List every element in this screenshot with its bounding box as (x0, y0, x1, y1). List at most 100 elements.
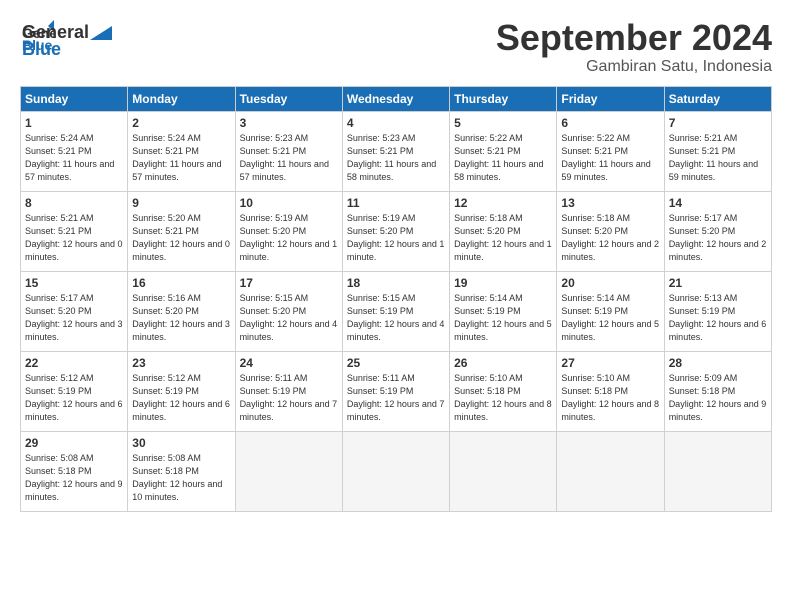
day-number: 11 (347, 196, 445, 210)
day-number: 12 (454, 196, 552, 210)
day-number: 17 (240, 276, 338, 290)
day-info: Sunrise: 5:20 AM Sunset: 5:21 PM Dayligh… (132, 212, 230, 264)
table-row: 15 Sunrise: 5:17 AM Sunset: 5:20 PM Dayli… (21, 271, 128, 351)
table-row: 10 Sunrise: 5:19 AM Sunset: 5:20 PM Dayli… (235, 191, 342, 271)
day-info: Sunrise: 5:08 AM Sunset: 5:18 PM Dayligh… (25, 452, 123, 504)
table-row: 3Sunrise: 5:23 AM Sunset: 5:21 PM Daylig… (235, 111, 342, 191)
day-number: 29 (25, 436, 123, 450)
table-row: 9 Sunrise: 5:20 AM Sunset: 5:21 PM Daylig… (128, 191, 235, 271)
title-block: September 2024 Gambiran Satu, Indonesia (496, 18, 772, 76)
table-row: 7Sunrise: 5:21 AM Sunset: 5:21 PM Daylig… (664, 111, 771, 191)
day-info: Sunrise: 5:24 AM Sunset: 5:21 PM Dayligh… (25, 132, 123, 184)
table-row: 30 Sunrise: 5:08 AM Sunset: 5:18 PM Dayli… (128, 431, 235, 511)
table-row (450, 431, 557, 511)
day-info: Sunrise: 5:24 AM Sunset: 5:21 PM Dayligh… (132, 132, 230, 184)
calendar-week-row: 1 Sunrise: 5:24 AM Sunset: 5:21 PM Daylig… (21, 111, 772, 191)
calendar-week-row: 15 Sunrise: 5:17 AM Sunset: 5:20 PM Dayli… (21, 271, 772, 351)
table-row (342, 431, 449, 511)
calendar-week-row: 22 Sunrise: 5:12 AM Sunset: 5:19 PM Dayli… (21, 351, 772, 431)
calendar-body: 1 Sunrise: 5:24 AM Sunset: 5:21 PM Daylig… (21, 111, 772, 511)
day-number: 26 (454, 356, 552, 370)
table-row: 29 Sunrise: 5:08 AM Sunset: 5:18 PM Dayli… (21, 431, 128, 511)
day-info: Sunrise: 5:19 AM Sunset: 5:20 PM Dayligh… (347, 212, 445, 264)
day-info: Sunrise: 5:12 AM Sunset: 5:19 PM Dayligh… (132, 372, 230, 424)
day-info: Sunrise: 5:11 AM Sunset: 5:19 PM Dayligh… (240, 372, 338, 424)
header-thursday: Thursday (450, 86, 557, 111)
table-row (235, 431, 342, 511)
table-row: 2Sunrise: 5:24 AM Sunset: 5:21 PM Daylig… (128, 111, 235, 191)
day-info: Sunrise: 5:08 AM Sunset: 5:18 PM Dayligh… (132, 452, 230, 504)
day-info: Sunrise: 5:17 AM Sunset: 5:20 PM Dayligh… (669, 212, 767, 264)
day-number: 16 (132, 276, 230, 290)
day-number: 6 (561, 116, 659, 130)
header-sunday: Sunday (21, 86, 128, 111)
day-number: 19 (454, 276, 552, 290)
table-row (557, 431, 664, 511)
day-number: 4 (347, 116, 445, 130)
day-info: Sunrise: 5:14 AM Sunset: 5:19 PM Dayligh… (561, 292, 659, 344)
day-number: 28 (669, 356, 767, 370)
day-info: Sunrise: 5:10 AM Sunset: 5:18 PM Dayligh… (454, 372, 552, 424)
header-monday: Monday (128, 86, 235, 111)
table-row: 14Sunrise: 5:17 AM Sunset: 5:20 PM Dayli… (664, 191, 771, 271)
day-number: 1 (25, 116, 123, 130)
header-friday: Friday (557, 86, 664, 111)
table-row: 18Sunrise: 5:15 AM Sunset: 5:19 PM Dayli… (342, 271, 449, 351)
day-number: 15 (25, 276, 123, 290)
table-row: 8 Sunrise: 5:21 AM Sunset: 5:21 PM Daylig… (21, 191, 128, 271)
table-row: 12 Sunrise: 5:18 AM Sunset: 5:20 PM Dayli… (450, 191, 557, 271)
day-number: 5 (454, 116, 552, 130)
day-number: 9 (132, 196, 230, 210)
month-title: September 2024 (496, 18, 772, 58)
day-number: 23 (132, 356, 230, 370)
day-info: Sunrise: 5:18 AM Sunset: 5:20 PM Dayligh… (454, 212, 552, 264)
calendar-table: Sunday Monday Tuesday Wednesday Thursday… (20, 86, 772, 512)
header: General Blue General Blue September 2024… (20, 18, 772, 76)
day-number: 10 (240, 196, 338, 210)
day-info: Sunrise: 5:14 AM Sunset: 5:19 PM Dayligh… (454, 292, 552, 344)
header-saturday: Saturday (664, 86, 771, 111)
table-row: 25Sunrise: 5:11 AM Sunset: 5:19 PM Dayli… (342, 351, 449, 431)
logo-arrow-icon (90, 26, 112, 40)
day-info: Sunrise: 5:17 AM Sunset: 5:20 PM Dayligh… (25, 292, 123, 344)
table-row: 17 Sunrise: 5:15 AM Sunset: 5:20 PM Dayli… (235, 271, 342, 351)
calendar-week-row: 29 Sunrise: 5:08 AM Sunset: 5:18 PM Dayli… (21, 431, 772, 511)
day-info: Sunrise: 5:18 AM Sunset: 5:20 PM Dayligh… (561, 212, 659, 264)
table-row: 21 Sunrise: 5:13 AM Sunset: 5:19 PM Dayli… (664, 271, 771, 351)
day-info: Sunrise: 5:11 AM Sunset: 5:19 PM Dayligh… (347, 372, 445, 424)
day-info: Sunrise: 5:22 AM Sunset: 5:21 PM Dayligh… (454, 132, 552, 184)
table-row: 13Sunrise: 5:18 AM Sunset: 5:20 PM Dayli… (557, 191, 664, 271)
day-info: Sunrise: 5:16 AM Sunset: 5:20 PM Dayligh… (132, 292, 230, 344)
day-info: Sunrise: 5:19 AM Sunset: 5:20 PM Dayligh… (240, 212, 338, 264)
day-number: 18 (347, 276, 445, 290)
day-number: 7 (669, 116, 767, 130)
header-wednesday: Wednesday (342, 86, 449, 111)
day-number: 8 (25, 196, 123, 210)
table-row: 6 Sunrise: 5:22 AM Sunset: 5:21 PM Daylig… (557, 111, 664, 191)
day-number: 24 (240, 356, 338, 370)
table-row: 20 Sunrise: 5:14 AM Sunset: 5:19 PM Dayli… (557, 271, 664, 351)
day-info: Sunrise: 5:21 AM Sunset: 5:21 PM Dayligh… (25, 212, 123, 264)
table-row: 24 Sunrise: 5:11 AM Sunset: 5:19 PM Dayli… (235, 351, 342, 431)
day-number: 21 (669, 276, 767, 290)
calendar-week-row: 8 Sunrise: 5:21 AM Sunset: 5:21 PM Daylig… (21, 191, 772, 271)
day-info: Sunrise: 5:13 AM Sunset: 5:19 PM Dayligh… (669, 292, 767, 344)
day-info: Sunrise: 5:10 AM Sunset: 5:18 PM Dayligh… (561, 372, 659, 424)
table-row: 16 Sunrise: 5:16 AM Sunset: 5:20 PM Dayli… (128, 271, 235, 351)
day-info: Sunrise: 5:12 AM Sunset: 5:19 PM Dayligh… (25, 372, 123, 424)
table-row: 26 Sunrise: 5:10 AM Sunset: 5:18 PM Dayli… (450, 351, 557, 431)
header-tuesday: Tuesday (235, 86, 342, 111)
day-number: 22 (25, 356, 123, 370)
weekday-header-row: Sunday Monday Tuesday Wednesday Thursday… (21, 86, 772, 111)
day-number: 30 (132, 436, 230, 450)
day-info: Sunrise: 5:22 AM Sunset: 5:21 PM Dayligh… (561, 132, 659, 184)
day-info: Sunrise: 5:09 AM Sunset: 5:18 PM Dayligh… (669, 372, 767, 424)
day-info: Sunrise: 5:15 AM Sunset: 5:20 PM Dayligh… (240, 292, 338, 344)
table-row (664, 431, 771, 511)
logo: General Blue General Blue (20, 18, 113, 60)
table-row: 11 Sunrise: 5:19 AM Sunset: 5:20 PM Dayli… (342, 191, 449, 271)
day-number: 20 (561, 276, 659, 290)
location-title: Gambiran Satu, Indonesia (496, 58, 772, 76)
calendar-page: General Blue General Blue September 2024… (0, 0, 792, 612)
table-row: 27Sunrise: 5:10 AM Sunset: 5:18 PM Dayli… (557, 351, 664, 431)
